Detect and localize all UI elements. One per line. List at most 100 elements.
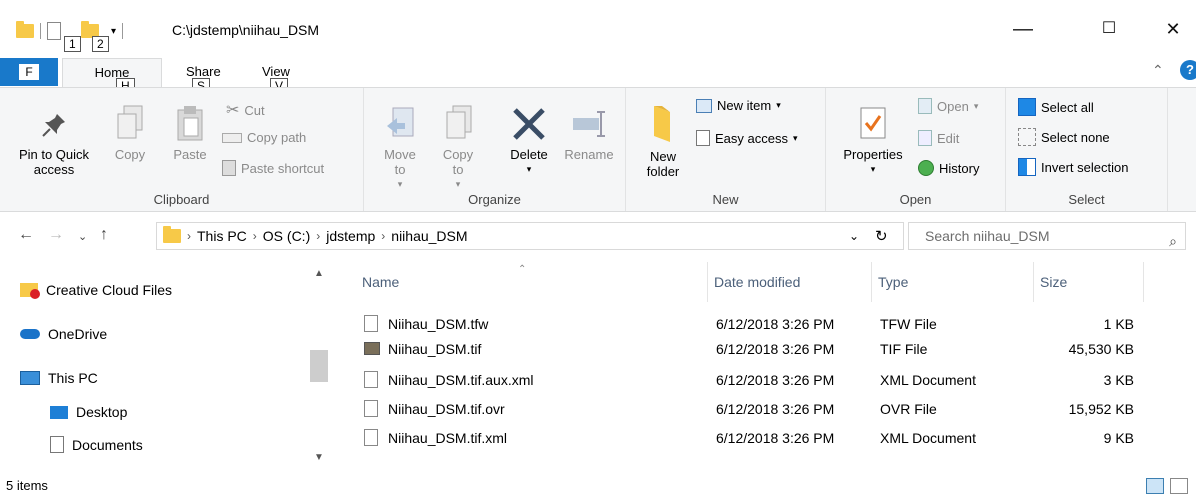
new-folder-label: New folder xyxy=(646,149,680,179)
pin-to-quick-access-button[interactable]: Pin to Quick access xyxy=(12,110,96,177)
tab-view[interactable]: View xyxy=(262,64,290,79)
column-type-label: Type xyxy=(878,274,909,290)
select-none-icon xyxy=(1018,128,1036,146)
file-date: 6/12/2018 3:26 PM xyxy=(716,341,835,357)
minimize-button[interactable]: — xyxy=(1000,14,1046,46)
paste-shortcut-button[interactable]: Paste shortcut xyxy=(222,160,324,176)
nav-desktop[interactable]: Desktop xyxy=(50,404,127,420)
scroll-up-icon[interactable]: ▲ xyxy=(314,268,324,279)
chevron-up-icon[interactable]: ⌃ xyxy=(1152,62,1164,79)
keytip-2: 2 xyxy=(92,36,109,52)
file-date: 6/12/2018 3:26 PM xyxy=(716,401,835,417)
divider xyxy=(40,23,41,39)
up-arrow-icon[interactable]: ↑ xyxy=(100,226,108,244)
search-icon[interactable]: ⌕ xyxy=(1169,228,1177,254)
breadcrumb-separator: › xyxy=(252,229,257,243)
tab-home[interactable]: Home xyxy=(62,58,162,88)
scroll-thumb[interactable] xyxy=(310,350,328,382)
column-header-size[interactable]: Size xyxy=(1034,262,1144,302)
file-size: 45,530 KB xyxy=(1068,341,1134,357)
file-size: 9 KB xyxy=(1103,430,1134,446)
tab-file[interactable]: F xyxy=(0,58,58,86)
window-title: C:\jdstemp\niihau_DSM xyxy=(172,22,320,38)
large-icons-view-icon[interactable] xyxy=(1170,478,1188,494)
edit-button[interactable]: Edit xyxy=(918,130,959,146)
explorer-window: ▾ 1 2 C:\jdstemp\niihau_DSM — ☐ ✕ F Home… xyxy=(0,0,1196,498)
documents-icon xyxy=(50,436,64,453)
file-size: 1 KB xyxy=(1103,316,1134,332)
move-to-button[interactable]: Move to ▾ xyxy=(378,104,422,192)
nav-label: Creative Cloud Files xyxy=(46,282,173,298)
open-icon xyxy=(918,98,932,114)
address-bar[interactable]: › This PC › OS (C:) › jdstemp › niihau_D… xyxy=(156,222,904,250)
cut-button[interactable]: ✂ Cut xyxy=(226,100,265,120)
copy-to-label: Copy to xyxy=(442,147,474,177)
new-folder-button[interactable]: New folder xyxy=(638,102,688,179)
easy-access-button[interactable]: Easy access ▾ xyxy=(696,130,798,146)
select-none-button[interactable]: Select none xyxy=(1018,128,1110,146)
file-row[interactable]: Niihau_DSM.tif.aux.xml 6/12/2018 3:26 PM… xyxy=(356,368,1146,392)
file-date: 6/12/2018 3:26 PM xyxy=(716,372,835,388)
divider xyxy=(122,23,124,39)
delete-x-icon xyxy=(513,108,545,140)
file-row[interactable]: Niihau_DSM.tif 6/12/2018 3:26 PM TIF Fil… xyxy=(356,337,1146,361)
file-row[interactable]: Niihau_DSM.tfw 6/12/2018 3:26 PM TFW Fil… xyxy=(356,312,1146,336)
title-bar: ▾ 1 2 C:\jdstemp\niihau_DSM — ☐ ✕ xyxy=(0,0,1196,64)
status-bar: 5 items xyxy=(0,474,1196,498)
nav-this-pc[interactable]: This PC xyxy=(20,370,98,386)
file-type: XML Document xyxy=(880,430,976,446)
file-icon xyxy=(364,315,378,332)
file-row[interactable]: Niihau_DSM.tif.ovr 6/12/2018 3:26 PM OVR… xyxy=(356,397,1146,421)
details-view-icon[interactable] xyxy=(1146,478,1164,494)
cut-label: Cut xyxy=(244,102,265,118)
close-button[interactable]: ✕ xyxy=(1150,14,1196,46)
file-name: Niihau_DSM.tif.xml xyxy=(388,430,508,446)
nav-documents[interactable]: Documents xyxy=(50,436,143,453)
properties-qat-icon[interactable] xyxy=(47,22,61,40)
address-dropdown-icon[interactable]: ⌄ xyxy=(849,229,859,243)
select-all-button[interactable]: Select all xyxy=(1018,98,1094,116)
back-arrow-icon[interactable]: ← xyxy=(18,226,34,244)
navigation-pane: Creative Cloud Files OneDrive This PC De… xyxy=(0,262,330,472)
breadcrumb-niihau-dsm[interactable]: niihau_DSM xyxy=(391,228,467,244)
computer-icon xyxy=(20,371,40,385)
breadcrumb-os-c[interactable]: OS (C:) xyxy=(263,228,310,244)
rename-button[interactable]: Rename xyxy=(560,104,618,162)
new-item-button[interactable]: New item ▾ xyxy=(696,98,781,113)
properties-button[interactable]: Properties ▾ xyxy=(834,104,912,177)
copy-button[interactable]: Copy xyxy=(110,104,150,162)
column-header-name[interactable]: Name ⌃ xyxy=(356,262,708,302)
new-item-icon xyxy=(696,98,712,113)
tab-share[interactable]: Share xyxy=(186,64,221,79)
organize-label: Organize xyxy=(468,192,521,207)
column-header-type[interactable]: Type xyxy=(872,262,1034,302)
nav-scrollbar[interactable]: ▲ ▼ xyxy=(308,262,330,470)
invert-selection-icon xyxy=(1018,158,1036,176)
maximize-button[interactable]: ☐ xyxy=(1086,14,1132,46)
chevron-down-icon: ▾ xyxy=(792,132,798,143)
chevron-down-icon[interactable]: ▾ xyxy=(111,26,116,37)
nav-onedrive[interactable]: OneDrive xyxy=(20,326,107,342)
breadcrumb-jdstemp[interactable]: jdstemp xyxy=(326,228,375,244)
paste-button[interactable]: Paste xyxy=(168,104,212,162)
move-to-label: Move to xyxy=(384,147,416,177)
file-row[interactable]: Niihau_DSM.tif.xml 6/12/2018 3:26 PM XML… xyxy=(356,426,1146,450)
desktop-icon xyxy=(50,405,68,419)
help-icon[interactable]: ? xyxy=(1180,60,1196,80)
nav-creative-cloud[interactable]: Creative Cloud Files xyxy=(20,282,173,299)
edit-icon xyxy=(918,130,932,146)
copy-path-button[interactable]: Copy path xyxy=(222,130,306,145)
breadcrumb-this-pc[interactable]: This PC xyxy=(197,228,247,244)
delete-button[interactable]: Delete ▾ xyxy=(502,104,556,177)
refresh-icon[interactable]: ↻ xyxy=(875,227,888,245)
invert-selection-button[interactable]: Invert selection xyxy=(1018,158,1128,176)
history-button[interactable]: History xyxy=(918,160,979,176)
file-type: XML Document xyxy=(880,372,976,388)
copy-to-button[interactable]: Copy to ▾ xyxy=(436,104,480,192)
recent-locations-chevron-icon[interactable]: ⌄ xyxy=(78,230,87,243)
open-button[interactable]: Open ▾ xyxy=(918,98,978,114)
forward-arrow-icon[interactable]: → xyxy=(48,226,64,244)
column-header-date[interactable]: Date modified xyxy=(708,262,872,302)
search-input[interactable]: Search niihau_DSM ⌕ xyxy=(908,222,1186,250)
scroll-down-icon[interactable]: ▼ xyxy=(314,452,324,463)
